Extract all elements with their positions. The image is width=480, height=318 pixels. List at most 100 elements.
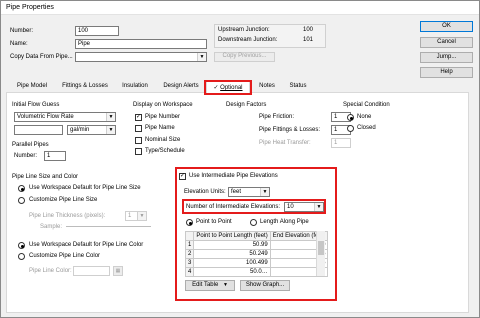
ok-button[interactable]: OK [420, 21, 473, 32]
chevron-down-icon: ▼ [222, 282, 228, 288]
table-row[interactable]: 3 100.499 5 [184, 258, 329, 268]
table-row[interactable]: 4 50.0… [184, 267, 329, 277]
copy-data-label: Copy Data From Pipe... [10, 54, 73, 60]
pipe-friction-label: Pipe Friction: [259, 114, 295, 120]
show-graph-button[interactable]: Show Graph... [240, 280, 290, 291]
length-along-pipe-label: Length Along Pipe [260, 219, 309, 225]
length-cell[interactable]: 100.499 [193, 258, 271, 268]
flow-units-value: gal/min [70, 127, 90, 133]
special-closed-label: Closed [357, 125, 376, 131]
edit-table-label: Edit Table [192, 282, 219, 288]
row-number-header [184, 231, 195, 241]
initial-flow-title: Initial Flow Guess [12, 102, 60, 108]
checkmark-icon: ✓ [213, 85, 219, 91]
type-schedule-label: Type/Schedule [145, 148, 185, 154]
point-to-point-radio[interactable] [186, 219, 193, 226]
thickness-value: 1 [128, 213, 132, 219]
elevation-units-select[interactable]: feet ▼ [228, 187, 270, 197]
thickness-label: Pipe Line Thickness (pixels): [29, 213, 106, 219]
flow-type-select[interactable]: Volumetric Flow Rate ▼ [14, 112, 116, 122]
type-schedule-checkbox[interactable] [135, 148, 142, 155]
window-title: Pipe Properties [6, 4, 54, 11]
flow-units-select[interactable]: gal/min ▼ [67, 125, 116, 135]
cancel-button[interactable]: Cancel [420, 37, 473, 48]
edit-table-button[interactable]: Edit Table ▼ [185, 280, 235, 291]
chevron-down-icon: ▼ [137, 212, 146, 220]
row-number: 4 [184, 267, 195, 277]
upstream-junction-label: Upstream Junction: [218, 27, 270, 33]
copy-previous-button[interactable]: Copy Previous... [214, 52, 275, 62]
special-condition-title: Special Condition [343, 102, 390, 108]
intermediate-count-select[interactable]: 10 ▼ [284, 202, 324, 212]
help-button[interactable]: Help [420, 67, 473, 78]
downstream-junction-label: Downstream Junction: [218, 37, 278, 43]
flow-amount-input[interactable] [14, 125, 63, 135]
pipe-properties-dialog: Pipe Properties Number: 100 Name: Pipe C… [0, 0, 480, 318]
row-number: 2 [184, 249, 195, 259]
tab-optional-label: Optional [220, 85, 243, 91]
optional-tab-panel: Initial Flow Guess Volumetric Flow Rate … [6, 92, 469, 313]
row-number: 3 [184, 258, 195, 268]
pipe-fittings-label: Pipe Fittings & Losses: [259, 127, 321, 133]
pipe-name-checkbox[interactable] [135, 125, 142, 132]
intermediate-count-label: Number of Intermediate Elevations: [186, 204, 281, 210]
pipe-number-checkbox[interactable] [135, 113, 142, 121]
jump-button[interactable]: Jump... [420, 52, 473, 63]
number-input[interactable]: 100 [75, 26, 119, 36]
junction-info: Upstream Junction: 100 Downstream Juncti… [214, 24, 326, 48]
title-bar: Pipe Properties [1, 1, 479, 15]
nominal-size-label: Nominal Size [145, 137, 181, 143]
color-picker-icon[interactable]: ▦ [113, 266, 123, 276]
chevron-down-icon: ▼ [260, 188, 269, 196]
color-custom-radio[interactable] [18, 253, 25, 260]
table-row[interactable]: 2 50.249 15 [184, 249, 329, 259]
design-factors-title: Design Factors [226, 102, 267, 108]
special-closed-radio[interactable] [347, 125, 354, 132]
length-cell[interactable]: 50.249 [193, 249, 271, 259]
table-header-row: Point to Point Length (feet) End Elevati… [184, 231, 329, 241]
elevation-table: Point to Point Length (feet) End Elevati… [184, 231, 329, 277]
length-column-header: Point to Point Length (feet) [193, 231, 271, 241]
color-default-radio[interactable] [18, 242, 25, 249]
line-size-color-title: Pipe Line Size and Color [12, 174, 79, 180]
size-custom-label: Customize Pipe Line Size [29, 197, 98, 203]
special-none-label: None [357, 114, 372, 120]
flow-type-value: Volumetric Flow Rate [17, 114, 74, 120]
row-number: 1 [184, 240, 195, 250]
chevron-down-icon: ▼ [197, 53, 206, 61]
point-to-point-label: Point to Point [196, 219, 232, 225]
pipe-heat-label: Pipe Heat Transfer: [259, 140, 311, 146]
chevron-down-icon: ▼ [106, 113, 115, 121]
table-row[interactable]: 1 50.99 10 [184, 240, 329, 250]
elevation-units-label: Elevation Units: [184, 189, 226, 195]
tab-optional[interactable]: ✓ Optional [206, 81, 250, 93]
pipe-number-label: Pipe Number [145, 114, 181, 120]
length-cell[interactable]: 50.0… [193, 267, 271, 277]
use-elevations-checkbox[interactable] [179, 172, 186, 180]
thickness-select[interactable]: 1 ▼ [125, 211, 147, 221]
use-elevations-label: Use Intermediate Pipe Elevations [189, 173, 278, 179]
length-along-pipe-radio[interactable] [250, 219, 257, 226]
nominal-size-checkbox[interactable] [135, 137, 142, 144]
upstream-junction-value: 100 [303, 27, 314, 33]
length-cell[interactable]: 50.99 [193, 240, 271, 250]
intermediate-count-value: 10 [287, 204, 294, 210]
parallel-pipes-title: Parallel Pipes [12, 142, 49, 148]
color-custom-label: Customize Pipe Line Color [29, 253, 101, 259]
downstream-junction-value: 101 [303, 37, 314, 43]
parallel-number-label: Number: [14, 153, 38, 159]
display-title: Display on Workspace [133, 102, 193, 108]
name-input[interactable]: Pipe [75, 39, 207, 49]
line-color-swatch[interactable] [73, 266, 110, 276]
number-label: Number: [10, 28, 34, 34]
color-default-label: Use Workspace Default for Pipe Line Colo… [29, 242, 144, 248]
pipe-heat-input[interactable]: 1 [331, 138, 351, 148]
copy-data-select[interactable]: ▼ [75, 52, 207, 62]
table-scrollbar[interactable] [316, 231, 325, 276]
parallel-number-input[interactable]: 1 [44, 151, 66, 161]
scrollbar-thumb[interactable] [318, 241, 324, 255]
size-default-label: Use Workspace Default for Pipe Line Size [29, 185, 141, 191]
size-custom-radio[interactable] [18, 197, 25, 204]
special-none-radio[interactable] [347, 114, 354, 121]
size-default-radio[interactable] [18, 185, 25, 192]
